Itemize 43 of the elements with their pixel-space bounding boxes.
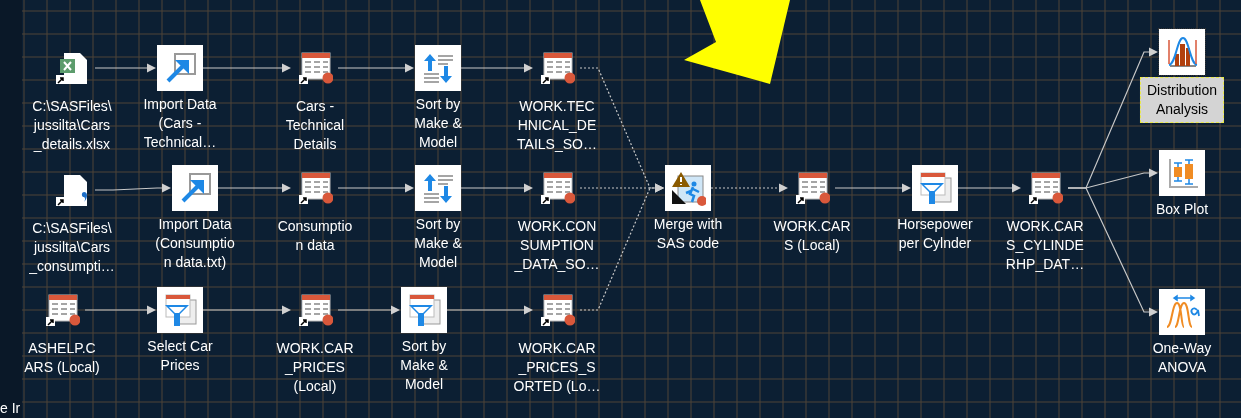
node-label: Sort by Make & Model <box>414 95 462 152</box>
bell-curves-alpha-icon[interactable] <box>1159 289 1205 335</box>
node-label: WORK.CAR S (Local) <box>773 217 851 255</box>
import-icon[interactable] <box>172 165 218 211</box>
node-label: Box Plot <box>1155 200 1209 219</box>
node-label: C:\SASFiles\ jussilta\Cars _consumpti… <box>29 219 115 276</box>
node-label: WORK.CAR _PRICES_S ORTED (Lo… <box>513 339 601 396</box>
node-label: Merge with SAS code <box>653 215 723 253</box>
table-icon[interactable] <box>296 291 334 329</box>
table-icon[interactable] <box>1026 169 1064 207</box>
node-label: C:\SASFiles\ jussilta\Cars _details.xlsx <box>32 97 112 154</box>
histogram-curve-icon[interactable] <box>1159 29 1205 75</box>
node-label: ASHELP.C ARS (Local) <box>24 339 100 377</box>
table-icon[interactable] <box>296 169 334 207</box>
table-icon[interactable] <box>43 291 81 329</box>
node-label: Select Car Prices <box>147 337 213 375</box>
node-label: Horsepower per Cylnder <box>897 215 973 253</box>
warning-runner-icon[interactable] <box>665 165 711 211</box>
node-label: One-Way ANOVA <box>1152 339 1212 377</box>
filter-icon[interactable] <box>912 165 958 211</box>
node-label: Sort by Make & Model <box>414 215 462 272</box>
table-icon[interactable] <box>538 169 576 207</box>
node-label: Import Data (Consumptio n data.txt) <box>155 215 235 272</box>
node-label: Distribution Analysis <box>1140 77 1224 123</box>
node-label: Cars - Technical Details <box>285 97 345 154</box>
node-label: WORK.CAR _PRICES (Local) <box>276 339 354 396</box>
node-label: Sort by Make & Model <box>400 337 448 394</box>
table-icon[interactable] <box>538 49 576 87</box>
node-label: WORK.TEC HNICAL_DE TAILS_SO… <box>517 97 597 154</box>
table-icon[interactable] <box>538 291 576 329</box>
node-label: WORK.CAR S_CYLINDE RHP_DAT… <box>1005 217 1085 274</box>
box-plot-icon[interactable] <box>1159 150 1205 196</box>
table-icon[interactable] <box>793 169 831 207</box>
import-icon[interactable] <box>157 45 203 91</box>
filter-icon[interactable] <box>157 287 203 333</box>
node-label: Import Data (Cars - Technical… <box>143 95 217 152</box>
sort-icon[interactable] <box>415 45 461 91</box>
table-icon[interactable] <box>296 49 334 87</box>
filter-icon[interactable] <box>401 287 447 333</box>
node-label: Consumptio n data <box>277 217 353 255</box>
sidebar-label: e Ir <box>0 399 21 418</box>
sort-icon[interactable] <box>415 165 461 211</box>
node-label: WORK.CON SUMPTION _DATA_SO… <box>514 217 600 274</box>
